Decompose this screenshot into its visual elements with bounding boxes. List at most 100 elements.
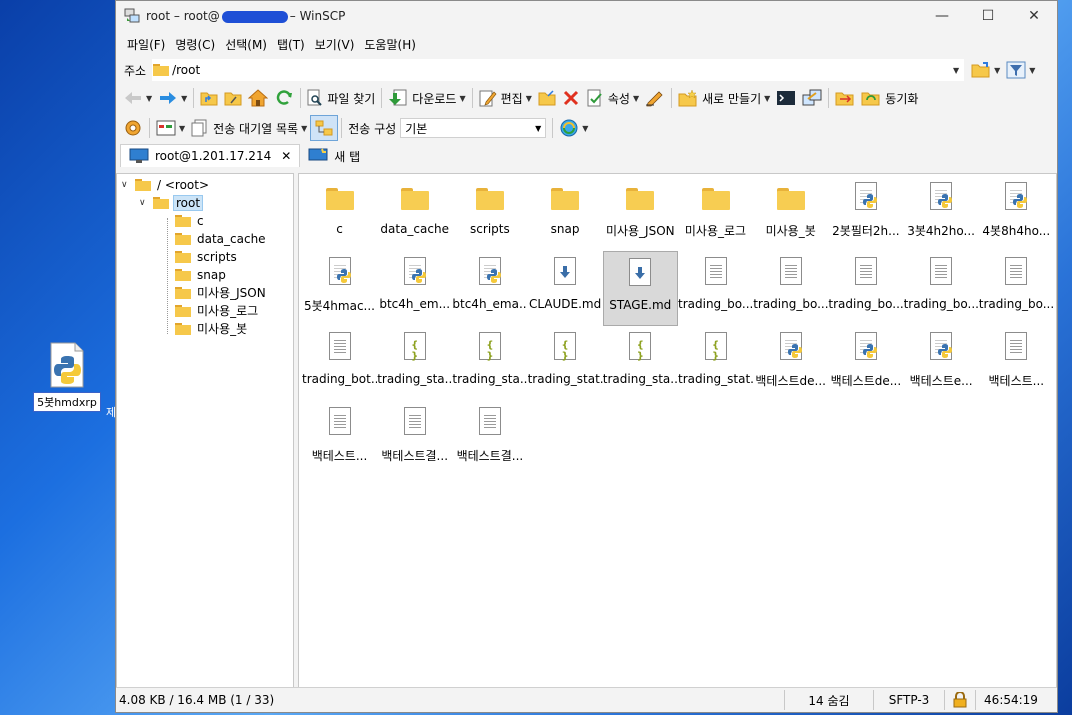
tree-item-snap[interactable]: snap bbox=[175, 266, 228, 283]
file-name: trading_bo... bbox=[753, 297, 829, 311]
refresh-button[interactable] bbox=[271, 86, 297, 110]
file-item[interactable]: { } trading_sta... bbox=[377, 326, 452, 401]
tree-item-unused-bot[interactable]: 미사용_봇 bbox=[175, 320, 249, 337]
file-item[interactable]: 백테스트e... bbox=[904, 326, 979, 401]
parent-directory-button[interactable] bbox=[197, 86, 221, 110]
file-item[interactable]: { } trading_stat... bbox=[528, 326, 603, 401]
file-item[interactable]: { } trading_sta... bbox=[603, 326, 678, 401]
synchronize-icon bbox=[861, 92, 880, 106]
menu-tabs[interactable]: 탭(T) bbox=[272, 33, 310, 56]
sync-globe-icon bbox=[560, 119, 578, 137]
tab-new[interactable]: 새 탭 bbox=[300, 145, 368, 167]
find-files-button[interactable]: 파일 찾기 bbox=[304, 86, 378, 110]
file-item[interactable]: 4봇8h4ho... bbox=[979, 176, 1054, 251]
file-item[interactable]: 백테스트결... bbox=[452, 401, 527, 476]
menu-mark[interactable]: 선택(M) bbox=[220, 33, 272, 56]
queue-list-button[interactable]: 전송 대기열 목록 ▼ bbox=[188, 116, 310, 140]
back-button[interactable]: ▼ bbox=[120, 86, 155, 110]
lock-icon[interactable] bbox=[944, 690, 975, 710]
properties-button[interactable]: 속성 ▼ bbox=[583, 86, 642, 110]
close-button[interactable]: ✕ bbox=[1011, 1, 1057, 31]
file-item[interactable]: 백테스트결... bbox=[377, 401, 452, 476]
file-name: 미사용_JSON bbox=[605, 224, 675, 238]
file-item[interactable]: btc4h_ema... bbox=[452, 251, 527, 326]
file-item[interactable]: 미사용_로그 bbox=[678, 176, 753, 251]
file-item[interactable]: 백테스트de... bbox=[828, 326, 903, 401]
keep-up-to-date-button[interactable]: ▼ bbox=[556, 116, 591, 140]
file-item[interactable]: 5봇4hmac... bbox=[302, 251, 377, 326]
tree-item-data-cache[interactable]: data_cache bbox=[175, 230, 268, 247]
maximize-button[interactable]: ☐ bbox=[965, 1, 1011, 31]
home-directory-button[interactable] bbox=[245, 86, 271, 110]
file-item[interactable]: 3봇4h2ho... bbox=[904, 176, 979, 251]
putty-icon bbox=[802, 89, 822, 106]
rename-button[interactable] bbox=[642, 86, 668, 110]
file-item[interactable]: 백테스트de... bbox=[753, 326, 828, 401]
file-name: trading_sta... bbox=[452, 372, 528, 386]
tree-item-scripts[interactable]: scripts bbox=[175, 248, 239, 265]
file-item[interactable]: 백테스트... bbox=[302, 401, 377, 476]
tree-item-c[interactable]: c bbox=[175, 212, 206, 229]
root-directory-button[interactable] bbox=[221, 86, 245, 110]
file-item[interactable]: trading_bo... bbox=[979, 251, 1054, 326]
transfer-settings-select[interactable]: 기본 ▼ bbox=[400, 118, 547, 138]
forward-button[interactable]: ▼ bbox=[155, 86, 190, 110]
chevron-down-icon[interactable]: ∨ bbox=[121, 180, 135, 190]
file-item[interactable]: trading_bo... bbox=[904, 251, 979, 326]
tree-item-unused-json[interactable]: 미사용_JSON bbox=[175, 284, 268, 301]
synchronize-button[interactable]: 동기화 bbox=[858, 86, 921, 110]
text-file-icon bbox=[700, 257, 732, 291]
file-item[interactable]: trading_bo... bbox=[828, 251, 903, 326]
download-button[interactable]: 다운로드 ▼ bbox=[385, 86, 468, 110]
file-item[interactable]: 미사용_봇 bbox=[753, 176, 828, 251]
file-item[interactable]: { } trading_stat... bbox=[678, 326, 753, 401]
tree-item-unused-log[interactable]: 미사용_로그 bbox=[175, 302, 260, 319]
file-item[interactable]: 백테스트... bbox=[979, 326, 1054, 401]
file-item[interactable]: scripts bbox=[452, 176, 527, 251]
menu-help[interactable]: 도움말(H) bbox=[359, 33, 421, 56]
new-button[interactable]: 새로 만들기 ▼ bbox=[675, 86, 773, 110]
chevron-down-icon[interactable]: ▼ bbox=[953, 66, 959, 75]
tree-icon bbox=[315, 120, 333, 136]
file-item[interactable]: STAGE.md bbox=[602, 251, 678, 326]
open-directory-button[interactable]: ▼ bbox=[968, 58, 1003, 82]
folder-icon bbox=[399, 182, 431, 216]
tab-session[interactable]: root@1.201.17.214 ✕ bbox=[120, 144, 301, 167]
file-item[interactable]: CLAUDE.md bbox=[528, 251, 603, 326]
filter-button[interactable]: ▼ bbox=[1003, 58, 1038, 82]
home-icon bbox=[248, 89, 269, 107]
file-item[interactable]: trading_bo... bbox=[753, 251, 828, 326]
folder-icon bbox=[135, 178, 151, 191]
delete-button[interactable] bbox=[559, 86, 583, 110]
new-folder-quick-button[interactable] bbox=[535, 86, 559, 110]
desktop-python-file-icon[interactable]: 5봇hmdxrp bbox=[30, 342, 104, 412]
preferences-button[interactable] bbox=[120, 116, 146, 140]
file-item[interactable]: { } trading_sta... bbox=[452, 326, 527, 401]
file-item[interactable]: trading_bo... bbox=[678, 251, 753, 326]
address-input[interactable]: /root ▼ bbox=[152, 59, 965, 81]
minimize-button[interactable]: — bbox=[919, 1, 965, 31]
file-item[interactable]: data_cache bbox=[377, 176, 452, 251]
file-item[interactable]: 2봇필터2h... bbox=[828, 176, 903, 251]
edit-button[interactable]: 편집 ▼ bbox=[476, 86, 535, 110]
putty-button[interactable] bbox=[799, 86, 825, 110]
file-item[interactable]: 미사용_JSON bbox=[603, 176, 678, 251]
tree-item-root-dir[interactable]: ∨ / <root> bbox=[121, 176, 211, 193]
compare-directories-button[interactable] bbox=[832, 86, 858, 110]
file-item[interactable]: btc4h_em... bbox=[377, 251, 452, 326]
close-tab-icon[interactable]: ✕ bbox=[281, 149, 291, 163]
folder-icon bbox=[700, 182, 732, 216]
file-item[interactable]: c bbox=[302, 176, 377, 251]
console-button[interactable] bbox=[773, 86, 799, 110]
layout-button[interactable]: ▼ bbox=[153, 116, 188, 140]
menu-view[interactable]: 보기(V) bbox=[310, 33, 360, 56]
file-item[interactable]: snap bbox=[528, 176, 603, 251]
chevron-down-icon[interactable]: ∨ bbox=[139, 198, 153, 208]
tree-item-root[interactable]: ∨ root bbox=[139, 194, 204, 211]
title-bar[interactable]: root – root@ – WinSCP — ☐ ✕ bbox=[116, 1, 1057, 31]
hidden-count[interactable]: 14 숨김 bbox=[784, 690, 873, 710]
file-item[interactable]: trading_bot... bbox=[302, 326, 377, 401]
tree-toggle-button[interactable] bbox=[310, 115, 339, 141]
menu-command[interactable]: 명령(C) bbox=[170, 33, 220, 56]
menu-file[interactable]: 파일(F) bbox=[122, 33, 170, 56]
